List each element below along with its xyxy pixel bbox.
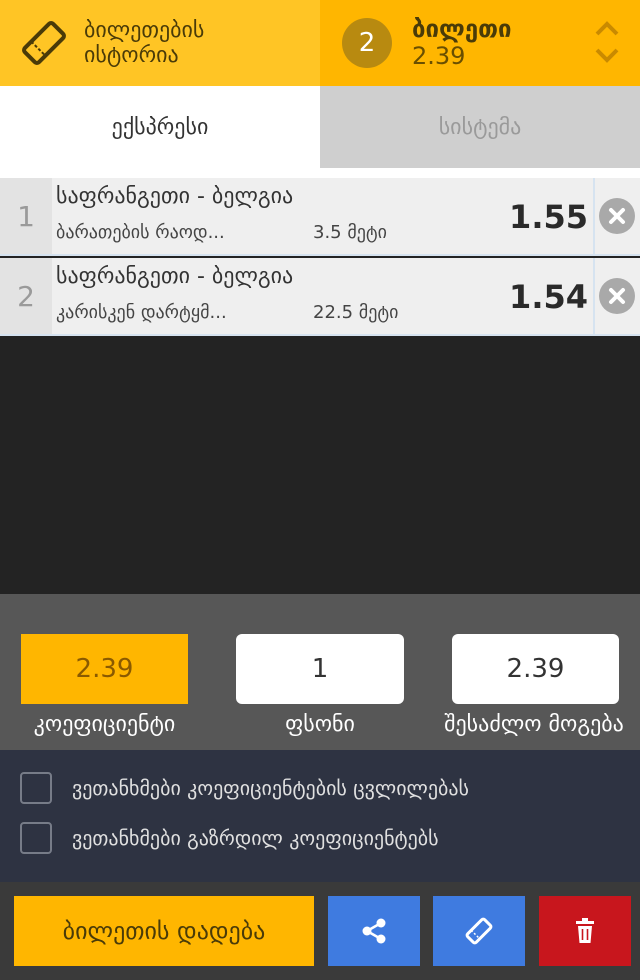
ticket-icon [465,917,493,945]
delete-ticket-button[interactable] [539,896,631,966]
bet-outcome: 3.5 მეტი [313,222,387,243]
accept-odds-change-checkbox[interactable] [20,772,52,804]
total-odds-value: 2.39 [21,634,188,704]
share-button[interactable] [328,896,420,966]
ticket-total-odds: 2.39 [412,42,466,70]
chevron-up-down-icon[interactable] [592,16,622,68]
trash-icon [576,918,594,943]
share-icon [362,918,386,944]
ticket-count-badge: 2 [342,18,392,68]
remove-bet-button[interactable] [599,278,635,314]
divider [593,258,595,336]
ticket-history-button[interactable]: ბილეთების ისტორია [0,0,320,86]
possible-win-label: შესაძლო მოგება [444,712,624,737]
tab-express[interactable]: ექსპრესი [0,86,320,168]
place-bet-button[interactable]: ბილეთის დადება [14,896,314,966]
ticket-label: ბილეთი [412,15,512,43]
bet-summary: 2.39 1 2.39 კოეფიციენტი ფსონი შესაძლო მო… [0,594,640,750]
empty-area [0,336,640,594]
bet-options: ვეთანხმები კოეფიციენტების ცვლილებას ვეთა… [0,750,640,882]
bet-match: საფრანგეთი - ბელგია [56,184,294,209]
history-label-line2: ისტორია [84,43,179,68]
betslip-header: ბილეთების ისტორია 2 ბილეთი 2.39 [0,0,640,86]
bet-type-tabs: ექსპრესი სისტემა [0,86,640,168]
possible-win-value: 2.39 [452,634,619,704]
stake-input[interactable]: 1 [236,634,404,704]
accept-increased-odds-option[interactable]: ვეთანხმები გაზრდილ კოეფიციენტებს [20,822,439,854]
option-label: ვეთანხმები გაზრდილ კოეფიციენტებს [72,826,439,850]
bet-market: კარისკენ დარტყმ... [56,302,227,323]
bet-row: 1 საფრანგეთი - ბელგია ბარათების რაოდ... … [0,178,640,256]
bet-outcome: 22.5 მეტი [313,302,399,323]
ticket-summary-toggle[interactable]: 2 ბილეთი 2.39 [320,0,640,86]
bet-match: საფრანგეთი - ბელგია [56,264,294,289]
stake-label: ფსონი [285,712,355,737]
action-bar: ბილეთის დადება [0,882,640,980]
accept-odds-change-option[interactable]: ვეთანხმები კოეფიციენტების ცვლილებას [20,772,469,804]
save-ticket-button[interactable] [433,896,525,966]
bet-row: 2 საფრანგეთი - ბელგია კარისკენ დარტყმ...… [0,258,640,336]
total-odds-label: კოეფიციენტი [33,712,176,737]
remove-bet-button[interactable] [599,198,635,234]
history-label-line1: ბილეთების [84,18,205,43]
close-icon [609,208,625,224]
bet-market: ბარათების რაოდ... [56,222,225,243]
close-icon [609,288,625,304]
divider [593,178,595,256]
divider [0,168,640,178]
bet-odds: 1.55 [509,198,588,236]
ticket-icon [18,17,70,69]
bet-odds: 1.54 [509,278,588,316]
option-label: ვეთანხმები კოეფიციენტების ცვლილებას [72,776,469,800]
bet-number: 1 [0,178,52,254]
tab-system[interactable]: სისტემა [320,86,640,168]
accept-increased-odds-checkbox[interactable] [20,822,52,854]
bet-number: 2 [0,258,52,334]
